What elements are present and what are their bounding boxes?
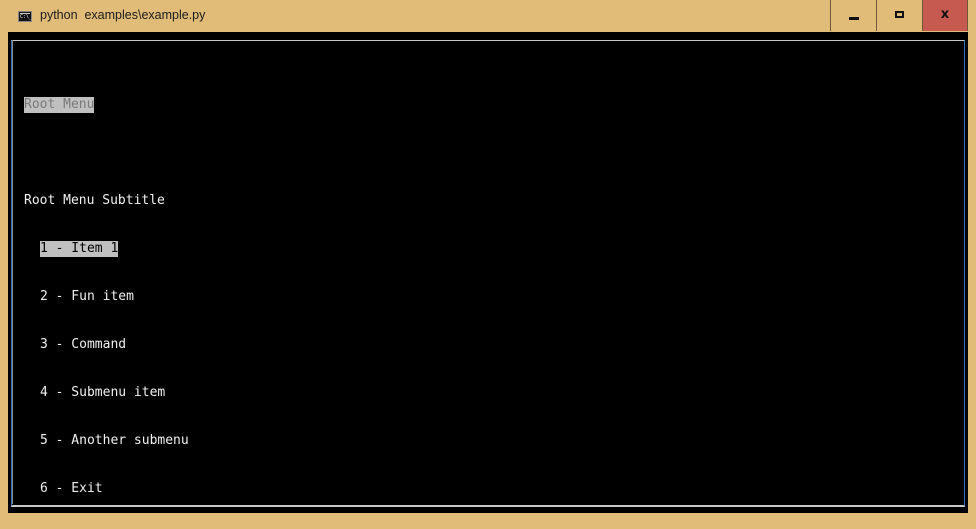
maximize-button[interactable] — [876, 0, 922, 31]
menu-item[interactable]: 6 - Exit — [24, 481, 189, 497]
close-icon: x — [940, 6, 950, 22]
console-window: C:\_ python examples\example.py x Root M… — [0, 0, 976, 521]
console-icon-text: C:\_ — [20, 14, 33, 20]
menu-item-label[interactable]: 5 - Another submenu — [40, 433, 189, 448]
menu-item-label[interactable]: 4 - Submenu item — [40, 385, 165, 400]
menu-item-label[interactable]: 2 - Fun item — [40, 289, 134, 304]
menu-item-label[interactable]: 6 - Exit — [40, 481, 103, 496]
console-area[interactable]: Root Menu Root Menu Subtitle 1 - Item 1 … — [8, 32, 968, 513]
terminal-output: Root Menu Root Menu Subtitle 1 - Item 1 … — [24, 65, 189, 529]
menu-title: Root Menu — [24, 97, 95, 113]
menu-item[interactable]: 3 - Command — [24, 337, 189, 353]
window-title: python examples\example.py — [40, 8, 206, 22]
menu-subtitle: Root Menu Subtitle — [24, 193, 165, 208]
console-icon[interactable]: C:\_ — [18, 11, 32, 22]
menu-item[interactable]: 2 - Fun item — [24, 289, 189, 305]
menu-item-label[interactable]: 1 - Item 1 — [40, 241, 119, 257]
menu-item-label[interactable]: 3 - Command — [40, 337, 126, 352]
maximize-icon — [895, 10, 904, 18]
minimize-button[interactable] — [830, 0, 876, 31]
close-button[interactable]: x — [922, 0, 968, 31]
title-bar[interactable]: C:\_ python examples\example.py x — [0, 0, 976, 32]
menu-item[interactable]: 1 - Item 1 — [24, 241, 189, 257]
menu-item[interactable]: 4 - Submenu item — [24, 385, 189, 401]
minimize-icon — [848, 16, 859, 20]
menu-item[interactable]: 5 - Another submenu — [24, 433, 189, 449]
